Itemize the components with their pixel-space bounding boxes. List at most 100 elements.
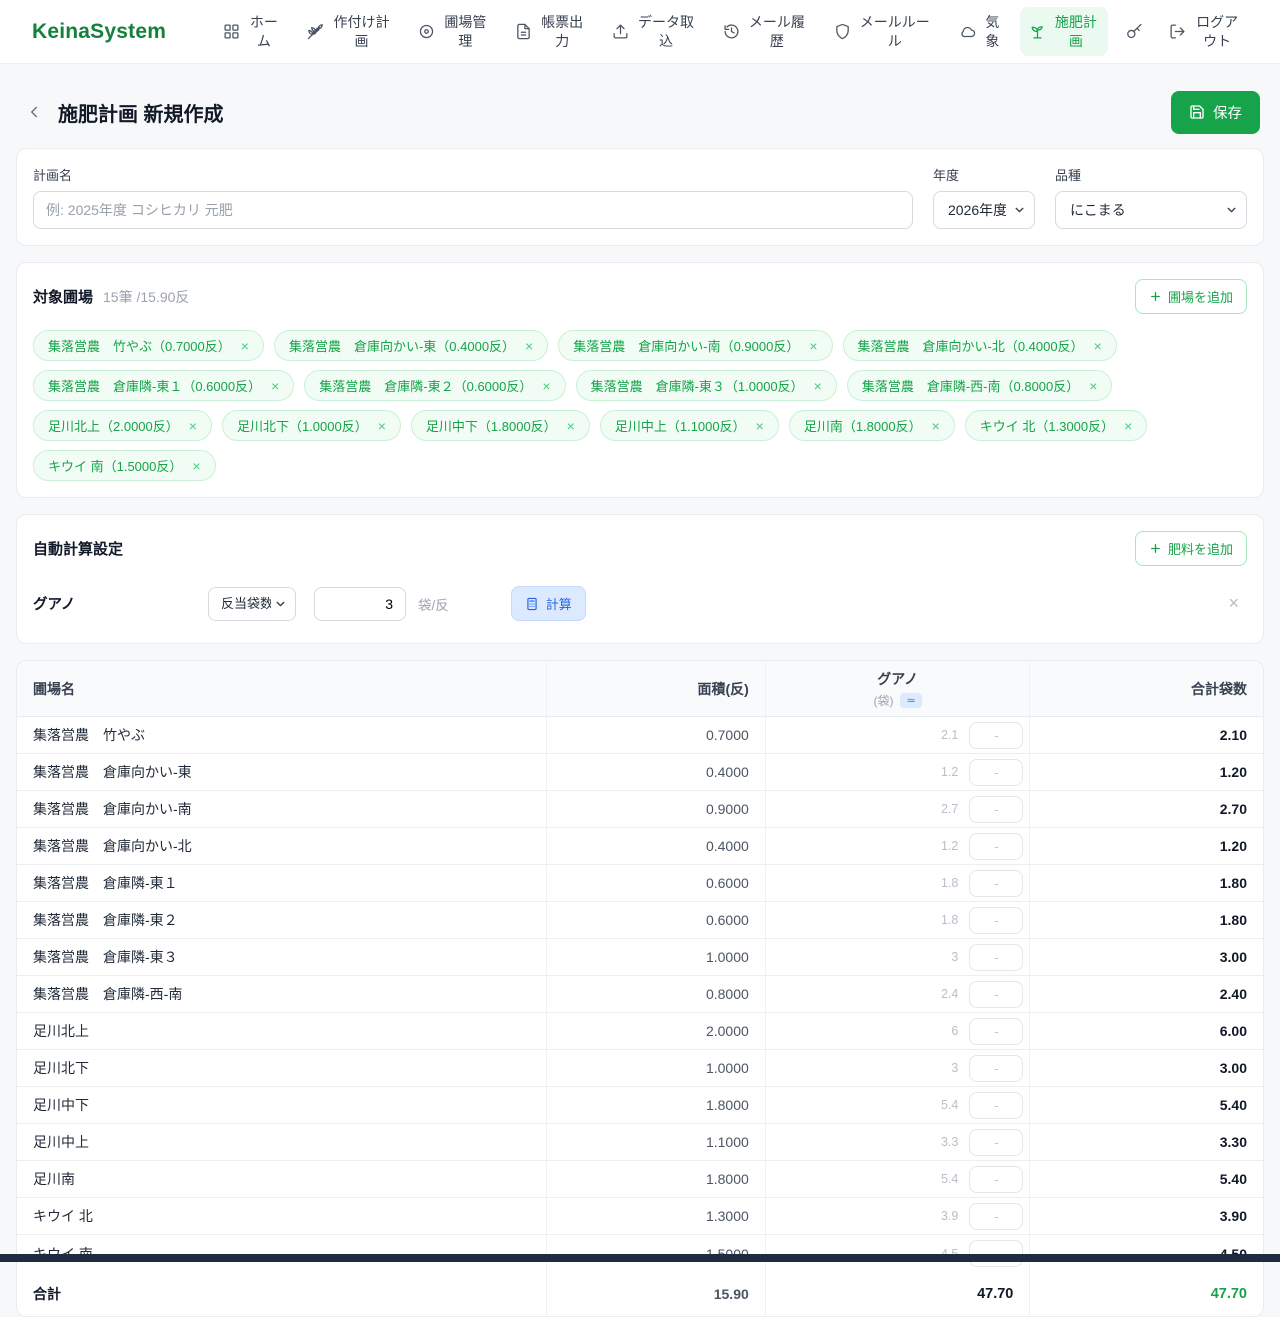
table-row: キウイ 北1.30003.93.90 — [17, 1198, 1263, 1235]
brand-logo[interactable]: KeinaSystem — [32, 20, 166, 44]
field-tag: 集落営農 倉庫向かい-東（0.4000反）× — [274, 330, 548, 361]
area-cell: 0.6000 — [546, 865, 765, 901]
approx-badge[interactable]: ≃ — [900, 693, 921, 708]
remove-tag-icon[interactable]: × — [1094, 339, 1102, 353]
table-row: 集落営農 倉庫向かい-東0.40001.21.20 — [17, 754, 1263, 791]
back-button[interactable] — [20, 98, 48, 126]
nav-item-logout[interactable]: ログアウト — [1160, 7, 1250, 57]
nav-item-home[interactable]: ホーム — [214, 7, 290, 57]
override-input[interactable] — [969, 907, 1023, 934]
total-bags-cell: 6.00 — [1029, 1013, 1263, 1049]
auto-calculated-value: 1.2 — [941, 765, 958, 779]
remove-tag-icon[interactable]: × — [542, 379, 550, 393]
header-total: 合計袋数 — [1029, 661, 1263, 716]
table-row: 集落営農 竹やぶ0.70002.12.10 — [17, 717, 1263, 754]
nav-item-mail-rules[interactable]: メールルール — [825, 7, 941, 57]
override-input[interactable] — [969, 1018, 1023, 1045]
override-input[interactable] — [969, 1166, 1023, 1193]
fertilizer-cell: 3.3 — [765, 1124, 1030, 1160]
auto-calc-card: 自動計算設定 肥料を追加 グアノ 反当袋数 袋/反 計算 × — [16, 514, 1264, 644]
override-input[interactable] — [969, 1203, 1023, 1230]
remove-tag-icon[interactable]: × — [1089, 379, 1097, 393]
remove-tag-icon[interactable]: × — [1124, 419, 1132, 433]
auto-calculated-value: 5.4 — [941, 1098, 958, 1112]
override-input[interactable] — [969, 833, 1023, 860]
field-name-cell: 集落営農 倉庫隣-東３ — [17, 939, 546, 975]
calculator-icon — [525, 597, 539, 611]
nav-item-data-import[interactable]: データ取込 — [603, 7, 705, 57]
field-tag-label: 集落営農 倉庫隣-東１（0.6000反） — [48, 376, 261, 395]
header-field-name: 圃場名 — [17, 661, 546, 716]
amount-input[interactable] — [314, 587, 406, 621]
override-input[interactable] — [969, 722, 1023, 749]
nav-item-fertilization-plan[interactable]: 施肥計画 — [1020, 7, 1108, 57]
remove-tag-icon[interactable]: × — [814, 379, 822, 393]
remove-tag-icon[interactable]: × — [809, 339, 817, 353]
nav-item-report-output[interactable]: 帳票出力 — [506, 7, 594, 57]
override-input[interactable] — [969, 944, 1023, 971]
override-input[interactable] — [969, 1129, 1023, 1156]
field-tag-label: 集落営農 倉庫隣-西-南（0.8000反） — [862, 376, 1079, 395]
override-input[interactable] — [969, 1055, 1023, 1082]
add-fertilizer-button[interactable]: 肥料を追加 — [1135, 531, 1247, 566]
remove-tag-icon[interactable]: × — [756, 419, 764, 433]
fertilizer-cell: 6 — [765, 1013, 1030, 1049]
table-row: 足川中下1.80005.45.40 — [17, 1087, 1263, 1124]
override-input[interactable] — [969, 870, 1023, 897]
table-row: 足川北下1.000033.00 — [17, 1050, 1263, 1087]
remove-tag-icon[interactable]: × — [567, 419, 575, 433]
save-button[interactable]: 保存 — [1171, 91, 1260, 134]
field-name-cell: 集落営農 倉庫向かい-南 — [17, 791, 546, 827]
upload-icon — [612, 23, 629, 40]
seedling-icon — [1029, 23, 1046, 40]
field-name-cell: 集落営農 竹やぶ — [17, 717, 546, 753]
plan-name-input[interactable] — [33, 191, 913, 229]
save-icon — [1189, 104, 1205, 120]
history-icon — [723, 23, 740, 40]
year-select[interactable]: 2026年度 — [933, 191, 1035, 229]
remove-tag-icon[interactable]: × — [189, 419, 197, 433]
override-input[interactable] — [969, 759, 1023, 786]
table-row: 足川南1.80005.45.40 — [17, 1161, 1263, 1198]
nav-item-planting-plan[interactable]: 作付け計画 — [298, 7, 400, 57]
override-input[interactable] — [969, 1092, 1023, 1119]
table-total-row: 合計 15.90 47.70 47.70 — [17, 1272, 1263, 1316]
target-fields-title: 対象圃場 — [33, 286, 93, 307]
field-tag: 集落営農 倉庫向かい-北（0.4000反）× — [843, 330, 1117, 361]
nav-item-mail-history[interactable]: メール履歴 — [714, 7, 816, 57]
area-cell: 1.0000 — [546, 1050, 765, 1086]
area-cell: 1.3000 — [546, 1198, 765, 1234]
add-field-button[interactable]: 圃場を追加 — [1135, 279, 1247, 314]
area-cell: 0.4000 — [546, 754, 765, 790]
variety-select[interactable]: にこまる — [1055, 191, 1247, 229]
nav-item-field-management[interactable]: 圃場管理 — [409, 7, 497, 57]
plan-form-card: 計画名 年度 2026年度 品種 にこまる — [16, 148, 1264, 246]
calc-method-select[interactable]: 反当袋数 — [208, 587, 296, 621]
field-name-cell: 集落営農 倉庫向かい-北 — [17, 828, 546, 864]
remove-tag-icon[interactable]: × — [241, 339, 249, 353]
plus-icon — [1149, 290, 1162, 303]
total-bags-cell: 1.80 — [1029, 902, 1263, 938]
auto-calculated-value: 3 — [951, 1061, 958, 1075]
area-cell: 0.6000 — [546, 902, 765, 938]
main-content: 施肥計画 新規作成 保存 計画名 年度 2026年度 品種 にこまる — [0, 90, 1280, 1317]
variety-label: 品種 — [1055, 165, 1247, 184]
override-input[interactable] — [969, 981, 1023, 1008]
remove-fertilizer-button[interactable]: × — [1220, 589, 1247, 618]
wheat-icon — [307, 23, 324, 40]
override-input[interactable] — [969, 796, 1023, 823]
auto-calculated-value: 2.1 — [941, 728, 958, 742]
nav-item-weather[interactable]: 気象 — [950, 7, 1012, 57]
area-cell: 0.9000 — [546, 791, 765, 827]
remove-tag-icon[interactable]: × — [525, 339, 533, 353]
remove-tag-icon[interactable]: × — [378, 419, 386, 433]
nav-item-password[interactable] — [1117, 17, 1152, 46]
field-name-cell: キウイ 北 — [17, 1198, 546, 1234]
remove-tag-icon[interactable]: × — [192, 459, 200, 473]
field-tag: 足川中下（1.8000反）× — [411, 410, 590, 441]
field-tag: キウイ 南（1.5000反）× — [33, 450, 216, 481]
field-tag: 足川南（1.8000反）× — [789, 410, 955, 441]
remove-tag-icon[interactable]: × — [932, 419, 940, 433]
remove-tag-icon[interactable]: × — [271, 379, 279, 393]
calculate-button[interactable]: 計算 — [511, 586, 586, 621]
